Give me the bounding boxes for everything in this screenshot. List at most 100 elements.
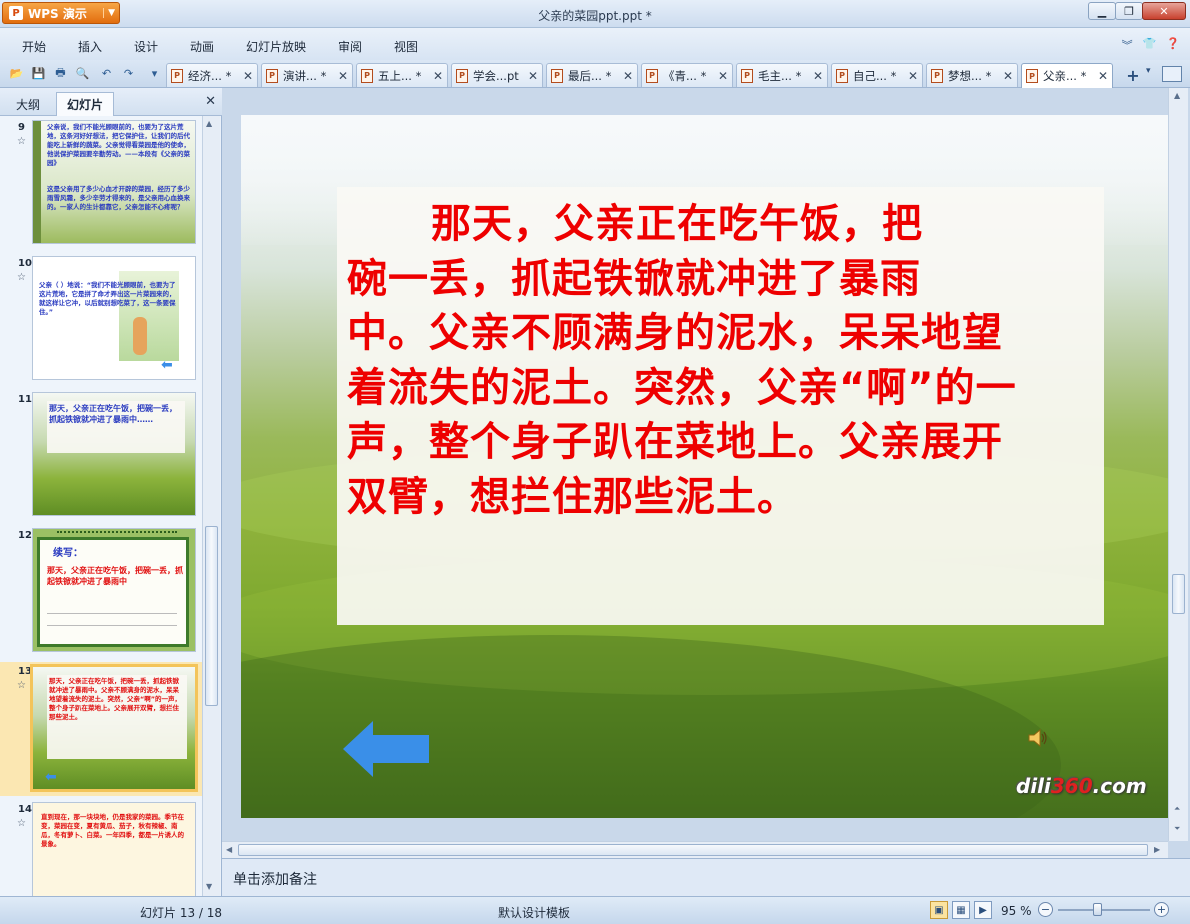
- redo-icon[interactable]: ↷: [120, 65, 137, 82]
- back-arrow-icon[interactable]: [343, 721, 429, 777]
- doc-tab[interactable]: P 经济... * ✕: [166, 63, 258, 87]
- scroll-up-icon[interactable]: ▲: [206, 119, 212, 128]
- close-tab-icon[interactable]: ✕: [432, 69, 444, 83]
- notes-placeholder[interactable]: 单击添加备注: [233, 869, 317, 889]
- collapse-ribbon-icon[interactable]: ︾: [1122, 37, 1133, 53]
- new-tab-plus-icon[interactable]: +: [1124, 66, 1142, 85]
- window-switch-icon[interactable]: [1162, 66, 1182, 82]
- menu-insert[interactable]: 插入: [78, 38, 102, 55]
- normal-view-button[interactable]: ▣: [930, 901, 948, 919]
- scrollbar-thumb[interactable]: [205, 526, 218, 706]
- slide-thumbnail-row-selected[interactable]: 13 ☆ 那天，父亲正在吃午饭，把碗一丢，抓起铁锨就冲进了暴雨中。父亲不顾满身的…: [0, 662, 202, 796]
- restore-button[interactable]: ❐: [1115, 2, 1143, 20]
- zoom-slider-knob[interactable]: [1093, 903, 1102, 916]
- close-tab-icon[interactable]: ✕: [717, 69, 729, 83]
- tab-list-dropdown-icon[interactable]: ▾: [1146, 66, 1151, 76]
- slide-text-line: 碗一丢，抓起铁锨就冲进了暴雨: [347, 255, 921, 302]
- slide-thumbnail[interactable]: 父亲（ ）地说：“我们不能光顾眼前，也要为了这片荒地，它是拼了命才弄出这一片菜园…: [32, 256, 196, 380]
- slide-thumbnail[interactable]: 那天，父亲正在吃午饭，把碗一丢，抓起铁锨就冲进了暴雨中……: [32, 392, 196, 516]
- print-preview-icon[interactable]: 🔍: [74, 65, 91, 82]
- slide-thumbnail[interactable]: 直到现在，那一块块地，仍是我家的菜园。季节在变，菜园在变，夏有黄瓜、茄子，秋有辣…: [32, 802, 196, 896]
- doc-tab-active[interactable]: P 父亲... * ✕: [1021, 63, 1113, 88]
- slide-text-line: 那天，父亲正在吃午饭，把: [431, 201, 923, 247]
- zoom-out-button[interactable]: −: [1038, 902, 1053, 917]
- slide-number: 10: [18, 258, 32, 269]
- menu-design[interactable]: 设计: [134, 38, 158, 55]
- skin-icon[interactable]: 👕: [1143, 37, 1157, 53]
- close-window-button[interactable]: ✕: [1142, 2, 1186, 20]
- speaker-icon[interactable]: [1027, 727, 1049, 749]
- doc-tab[interactable]: P 五上... * ✕: [356, 63, 448, 87]
- previous-slide-icon[interactable]: ⏶: [1174, 804, 1180, 814]
- slide-thumbnail-list: 9 ☆ 父亲说，我们不能光顾眼前的，也要为了这片荒地，这条河好好想法，把它保护住…: [0, 116, 202, 896]
- open-folder-icon[interactable]: 📂: [8, 65, 25, 82]
- edit-area-horizontal-scrollbar[interactable]: ◀ ▶: [222, 841, 1168, 858]
- next-slide-icon[interactable]: ⏷: [1174, 824, 1180, 834]
- watermark-logo: dili360.com: [1016, 774, 1147, 798]
- save-icon[interactable]: 💾: [30, 65, 47, 82]
- menu-bar: 开始 插入 设计 动画 幻灯片放映 审阅 视图 ︾ 👕 ❓: [0, 28, 1190, 60]
- close-tab-icon[interactable]: ✕: [812, 69, 824, 83]
- close-tab-icon[interactable]: ✕: [1097, 69, 1109, 83]
- slideshow-view-button[interactable]: ▶: [974, 901, 992, 919]
- close-panel-icon[interactable]: ✕: [205, 94, 216, 109]
- menu-view[interactable]: 视图: [394, 38, 418, 55]
- slides-panel-scrollbar[interactable]: ▲ ▼: [202, 116, 220, 896]
- doc-tab[interactable]: P 最后... * ✕: [546, 63, 638, 87]
- doc-tab-label: 毛主... *: [758, 68, 802, 83]
- current-slide[interactable]: 那天，父亲正在吃午饭，把 碗一丢，抓起铁锨就冲进了暴雨 中。父亲不顾满身的泥水，…: [241, 115, 1168, 818]
- zoom-in-button[interactable]: +: [1154, 902, 1169, 917]
- thumbnail-text: 那天，父亲正在吃午饭，把碗一丢，抓起铁锨就冲进了暴雨中……: [49, 404, 177, 424]
- slide-edit-area: 那天，父亲正在吃午饭，把 碗一丢，抓起铁锨就冲进了暴雨 中。父亲不顾满身的泥水，…: [222, 88, 1190, 858]
- close-tab-icon[interactable]: ✕: [907, 69, 919, 83]
- menu-slideshow[interactable]: 幻灯片放映: [246, 38, 306, 55]
- undo-icon[interactable]: ↶: [98, 65, 115, 82]
- zoom-level: 95 %: [1001, 904, 1032, 918]
- scroll-up-icon[interactable]: ▲: [1174, 91, 1180, 100]
- ppt-file-icon: P: [361, 68, 373, 83]
- scroll-down-icon[interactable]: ▼: [206, 882, 212, 891]
- menu-review[interactable]: 审阅: [338, 38, 362, 55]
- doc-tab[interactable]: P 梦想... * ✕: [926, 63, 1018, 87]
- tab-slides[interactable]: 幻灯片: [56, 92, 115, 116]
- close-tab-icon[interactable]: ✕: [622, 69, 634, 83]
- slide-thumbnail[interactable]: 续写： 那天，父亲正在吃午饭，把碗一丢，抓起铁锨就冲进了暴雨中: [32, 528, 196, 652]
- scroll-right-icon[interactable]: ▶: [1154, 845, 1160, 854]
- ppt-file-icon: P: [931, 68, 943, 83]
- doc-tab-label: 学会...pt: [473, 68, 519, 83]
- doc-tab[interactable]: P 《青... * ✕: [641, 63, 733, 87]
- notes-pane[interactable]: 单击添加备注: [222, 858, 1190, 896]
- tab-outline[interactable]: 大纲: [6, 92, 50, 116]
- slide-sorter-view-button[interactable]: ▦: [952, 901, 970, 919]
- scroll-left-icon[interactable]: ◀: [226, 845, 232, 854]
- doc-tab[interactable]: P 毛主... * ✕: [736, 63, 828, 87]
- menu-animation[interactable]: 动画: [190, 38, 214, 55]
- slide-number: 12: [18, 530, 32, 541]
- scrollbar-thumb[interactable]: [238, 844, 1148, 856]
- edit-area-vertical-scrollbar[interactable]: ▲ ⏶ ⏷: [1168, 88, 1188, 841]
- close-tab-icon[interactable]: ✕: [242, 69, 254, 83]
- quick-access-toolbar: 📂 💾 🖶 🔍 ↶ ↷ ▾ P 经济... * ✕ P 演讲... * ✕ P …: [0, 60, 1190, 88]
- doc-tab-label: 经济... *: [188, 68, 232, 83]
- help-icon[interactable]: ❓: [1166, 37, 1180, 53]
- close-tab-icon[interactable]: ✕: [337, 69, 349, 83]
- scrollbar-thumb[interactable]: [1172, 574, 1185, 614]
- print-icon[interactable]: 🖶: [52, 65, 69, 82]
- menu-home[interactable]: 开始: [22, 38, 46, 55]
- zoom-slider-track[interactable]: [1058, 909, 1150, 911]
- slide-thumbnail[interactable]: 父亲说，我们不能光顾眼前的，也要为了这片荒地，这条河好好想法，把它保护住，让我们…: [32, 120, 196, 244]
- slide-text-box[interactable]: 那天，父亲正在吃午饭，把 碗一丢，抓起铁锨就冲进了暴雨 中。父亲不顾满身的泥水，…: [337, 187, 1104, 625]
- close-tab-icon[interactable]: ✕: [527, 69, 539, 83]
- doc-tab-label: 梦想... *: [948, 68, 992, 83]
- doc-tab[interactable]: P 演讲... * ✕: [261, 63, 353, 87]
- minimize-button[interactable]: ▁: [1088, 2, 1116, 20]
- close-tab-icon[interactable]: ✕: [1002, 69, 1014, 83]
- doc-tab[interactable]: P 学会...pt ✕: [451, 63, 543, 87]
- doc-tab[interactable]: P 自己... * ✕: [831, 63, 923, 87]
- slide-text-line: 声，整个身子趴在菜地上。父亲展开: [347, 419, 1003, 465]
- customize-toolbar-icon[interactable]: ▾: [146, 65, 163, 82]
- slide-thumbnail[interactable]: 那天，父亲正在吃午饭，把碗一丢，抓起铁锨就冲进了暴雨中。父亲不顾满身的泥水，呆呆…: [30, 664, 198, 792]
- thumbnail-line: [47, 613, 177, 614]
- thumbnail-text: 那天，父亲正在吃午饭，把碗一丢，抓起铁锨就冲进了暴雨中。父亲不顾满身的泥水，呆呆…: [49, 677, 182, 721]
- back-arrow-icon: ⬅: [45, 769, 57, 785]
